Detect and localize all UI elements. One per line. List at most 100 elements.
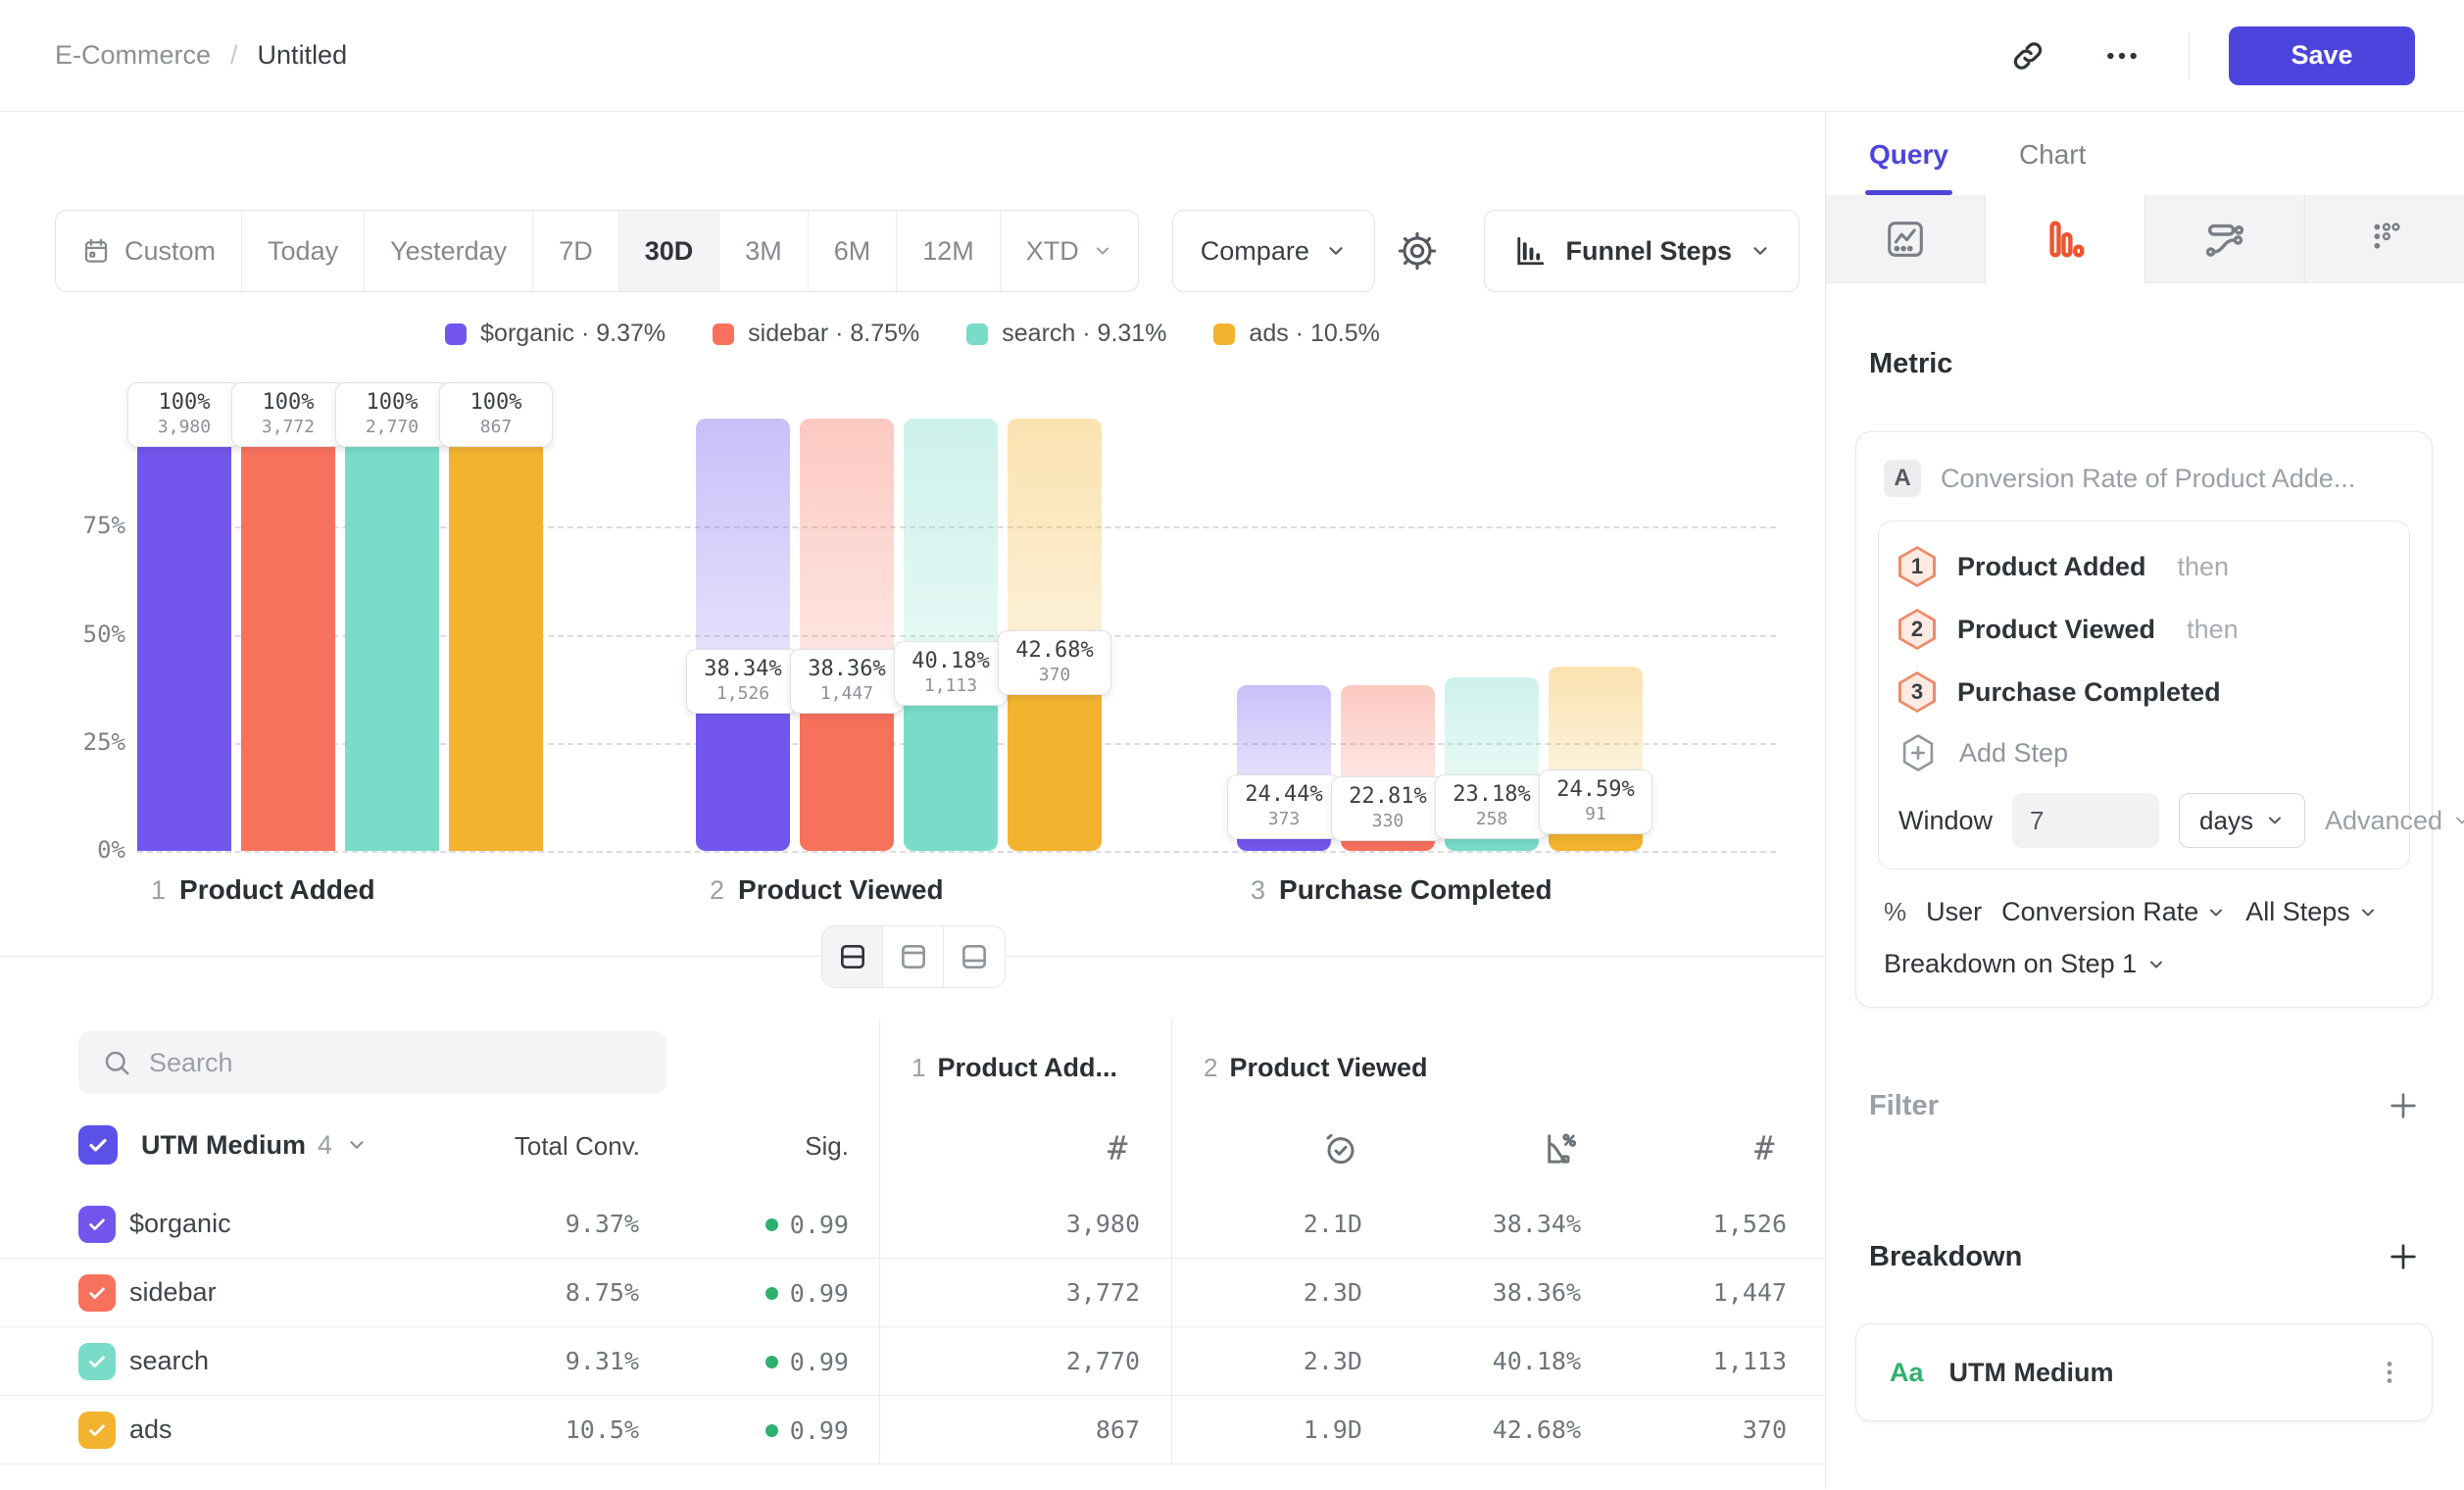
- metric-header[interactable]: A Conversion Rate of Product Adde...: [1878, 456, 2410, 499]
- select-all-checkbox[interactable]: [78, 1125, 118, 1165]
- chart-settings-button[interactable]: [1390, 224, 1445, 278]
- step-hexagon-badge: 3: [1898, 671, 1936, 713]
- steps-scope-dropdown[interactable]: All Steps: [2245, 897, 2378, 927]
- legend-item-organic[interactable]: $organic · 9.37%: [445, 320, 665, 348]
- bar-pct: 40.18%: [899, 649, 1003, 673]
- sig-number: 0.99: [790, 1416, 849, 1445]
- table-group-step2: 2 Product Viewed: [1204, 1053, 1428, 1083]
- gridline-0%: [137, 851, 1776, 853]
- funnel-bar[interactable]: [345, 419, 439, 851]
- chevron-down-icon: [1749, 240, 1771, 262]
- chevron-down-icon[interactable]: [346, 1134, 368, 1156]
- breakdown-item-utm-medium[interactable]: Aa UTM Medium: [1855, 1323, 2433, 1421]
- row-checkbox[interactable]: [78, 1343, 116, 1380]
- date-range-xtd[interactable]: XTD: [1001, 211, 1138, 291]
- legend-swatch: [445, 323, 467, 345]
- date-range-today[interactable]: Today: [242, 211, 365, 291]
- row-time-to-convert: 2.3D: [1140, 1347, 1362, 1375]
- tab-retention[interactable]: [2305, 195, 2464, 283]
- row-checkbox-cell: [78, 1412, 129, 1449]
- tab-query[interactable]: Query: [1869, 139, 1948, 195]
- conversion-window-row: Window days Advanced: [1898, 792, 2390, 849]
- date-range-6m[interactable]: 6M: [809, 211, 898, 291]
- legend-label: sidebar · 8.75%: [748, 320, 919, 348]
- tab-flows[interactable]: [2145, 195, 2305, 283]
- time-to-convert-column-icon[interactable]: [1321, 1127, 1360, 1170]
- range-label: 12M: [922, 236, 974, 267]
- date-range-7d[interactable]: 7D: [533, 211, 619, 291]
- bar-pct: 38.34%: [691, 657, 795, 681]
- sig-header[interactable]: Sig.: [751, 1131, 849, 1162]
- check-icon: [86, 1133, 110, 1157]
- row-step1-count: 2,770: [849, 1347, 1140, 1375]
- date-range-30d[interactable]: 30D: [619, 211, 720, 291]
- bar-pct: 38.36%: [795, 657, 899, 681]
- bar-value-label: 24.44%373: [1227, 774, 1341, 839]
- row-time-to-convert: 1.9D: [1140, 1416, 1362, 1444]
- layout-split-button[interactable]: [822, 926, 883, 987]
- row-checkbox[interactable]: [78, 1274, 116, 1312]
- report-title[interactable]: Untitled: [258, 40, 348, 71]
- save-button[interactable]: Save: [2229, 26, 2415, 85]
- tab-funnels[interactable]: [1986, 195, 2145, 283]
- add-step-button[interactable]: Add Step: [1898, 723, 2390, 782]
- add-filter-button[interactable]: [2382, 1084, 2425, 1127]
- row-name: sidebar: [129, 1277, 463, 1308]
- breadcrumb-project[interactable]: E-Commerce: [55, 40, 211, 71]
- row-checkbox[interactable]: [78, 1206, 116, 1243]
- window-unit-dropdown[interactable]: days: [2179, 793, 2305, 848]
- kebab-menu-icon[interactable]: [2373, 1356, 2406, 1389]
- more-menu-button[interactable]: [2094, 28, 2149, 83]
- tab-chart[interactable]: Chart: [2019, 139, 2086, 195]
- bar-count: 373: [1232, 809, 1336, 829]
- funnel-bar[interactable]: [137, 419, 231, 851]
- compare-button[interactable]: Compare: [1172, 210, 1375, 292]
- breakdown-on-step-dropdown[interactable]: Breakdown on Step 1: [1878, 949, 2410, 985]
- query-step-name: Purchase Completed: [1957, 677, 2221, 708]
- count-column-icon[interactable]: #: [1754, 1127, 1774, 1170]
- measure-metric-dropdown[interactable]: Conversion Rate: [2001, 897, 2226, 927]
- window-value-input[interactable]: [2012, 793, 2159, 848]
- share-link-button[interactable]: [2000, 28, 2055, 83]
- bar-value-label: 40.18%1,113: [894, 641, 1008, 706]
- breadcrumb: E-Commerce / Untitled: [55, 40, 347, 71]
- legend-item-sidebar[interactable]: sidebar · 8.75%: [713, 320, 919, 348]
- date-range-custom[interactable]: Custom: [56, 211, 242, 291]
- date-range-3m[interactable]: 3M: [719, 211, 809, 291]
- bar-pct: 24.44%: [1232, 782, 1336, 807]
- conversion-rate-column-icon[interactable]: [1541, 1127, 1582, 1170]
- breakdown-column-header[interactable]: UTM Medium: [141, 1130, 306, 1161]
- step-number: 3: [1251, 875, 1265, 906]
- row-checkbox[interactable]: [78, 1412, 116, 1449]
- layout-bottom-button[interactable]: [944, 926, 1005, 987]
- measure-entity[interactable]: User: [1926, 897, 1982, 927]
- filter-section: Filter: [1869, 1084, 2425, 1127]
- query-step-1[interactable]: 1Product Addedthen: [1898, 535, 2390, 598]
- query-step-3[interactable]: 3 Purchase Completed: [1898, 661, 2390, 723]
- funnel-bar[interactable]: [449, 419, 543, 851]
- bar-count: 1,526: [691, 683, 795, 704]
- layout-top-button[interactable]: [883, 926, 944, 987]
- funnel-bar[interactable]: [241, 419, 335, 851]
- total-conv-header[interactable]: Total Conv.: [503, 1131, 640, 1162]
- calendar-icon: [81, 236, 111, 266]
- legend-item-search[interactable]: search · 9.31%: [966, 320, 1166, 348]
- y-axis-tick: 0%: [55, 836, 125, 864]
- legend-item-ads[interactable]: ads · 10.5%: [1213, 320, 1379, 348]
- tab-insights[interactable]: [1826, 195, 1986, 283]
- check-icon: [86, 1282, 108, 1304]
- advanced-dropdown[interactable]: Advanced: [2325, 806, 2464, 836]
- chart-type-selector[interactable]: Funnel Steps: [1484, 210, 1799, 292]
- row-checkbox-cell: [78, 1206, 129, 1243]
- query-step-2[interactable]: 2Product Viewedthen: [1898, 598, 2390, 661]
- date-range-yesterday[interactable]: Yesterday: [365, 211, 533, 291]
- add-breakdown-button[interactable]: [2382, 1235, 2425, 1278]
- funnel-step-label-1: 1Product Added: [151, 874, 375, 906]
- search-input[interactable]: [149, 1048, 643, 1078]
- hexagon-plus-icon: [1898, 732, 1938, 773]
- row-sig: 0.99: [639, 1209, 849, 1239]
- count-column-icon[interactable]: #: [1108, 1127, 1127, 1170]
- legend-label: ads · 10.5%: [1249, 320, 1379, 348]
- date-range-12m[interactable]: 12M: [897, 211, 1001, 291]
- plus-icon: [2387, 1089, 2420, 1122]
